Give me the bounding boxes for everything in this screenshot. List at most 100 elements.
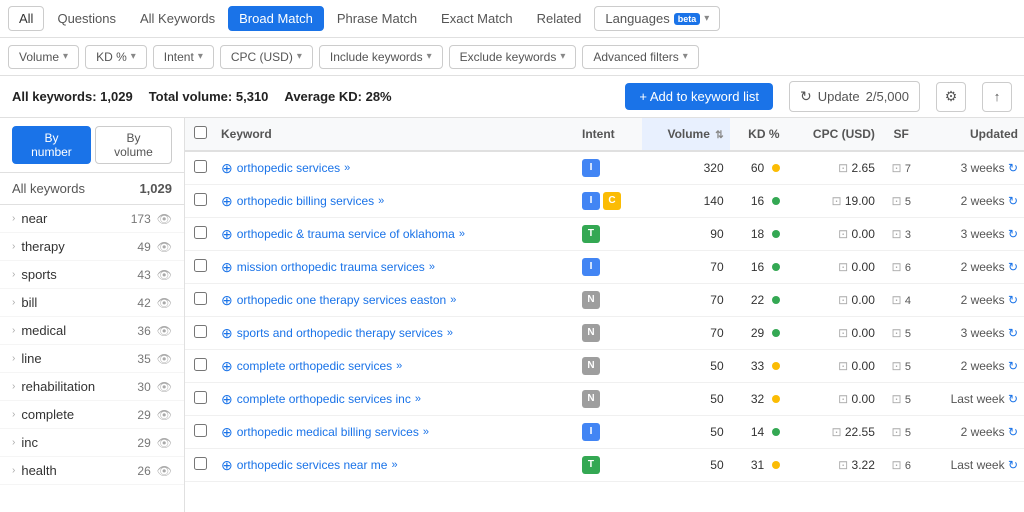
header-keyword[interactable]: Keyword [215,118,576,151]
row-checkbox[interactable] [194,358,207,371]
sidebar-item-health[interactable]: › health 26 👁 [0,457,184,485]
serp-icon[interactable]: ⊡ [838,227,848,241]
refresh-icon[interactable]: ↻ [1008,194,1018,208]
eye-icon[interactable]: 👁 [157,436,172,450]
row-checkbox-cell[interactable] [185,383,215,416]
eye-icon[interactable]: 👁 [157,240,172,254]
row-checkbox[interactable] [194,424,207,437]
keyword-link[interactable]: ⊕ orthopedic services » [221,160,570,177]
row-checkbox[interactable] [194,391,207,404]
serp-features-icon[interactable]: ⊡ [891,260,901,274]
keyword-link[interactable]: ⊕ sports and orthopedic therapy services… [221,325,570,342]
by-number-button[interactable]: By number [12,126,91,164]
settings-button[interactable]: ⚙ [936,82,966,112]
serp-icon[interactable]: ⊡ [838,458,848,472]
add-to-keyword-list-button[interactable]: + Add to keyword list [625,83,773,110]
advanced-filters[interactable]: Advanced filters ▾ [582,45,698,69]
sidebar-item-medical[interactable]: › medical 36 👁 [0,317,184,345]
serp-icon[interactable]: ⊡ [838,359,848,373]
serp-features-icon[interactable]: ⊡ [891,326,901,340]
row-checkbox-cell[interactable] [185,416,215,449]
row-checkbox-cell[interactable] [185,284,215,317]
header-intent[interactable]: Intent [576,118,642,151]
tab-broad-match[interactable]: Broad Match [228,6,324,31]
keyword-link[interactable]: ⊕ orthopedic medical billing services » [221,424,570,441]
keyword-link[interactable]: ⊕ complete orthopedic services inc » [221,391,570,408]
tab-related[interactable]: Related [526,6,593,31]
sidebar-item-near[interactable]: › near 173 👁 [0,205,184,233]
row-checkbox[interactable] [194,160,207,173]
keyword-link[interactable]: ⊕ orthopedic & trauma service of oklahom… [221,226,570,243]
refresh-icon[interactable]: ↻ [1008,425,1018,439]
tab-phrase-match[interactable]: Phrase Match [326,6,428,31]
row-checkbox[interactable] [194,259,207,272]
serp-features-icon[interactable]: ⊡ [891,293,901,307]
row-checkbox-cell[interactable] [185,449,215,482]
row-checkbox-cell[interactable] [185,151,215,185]
eye-icon[interactable]: 👁 [157,408,172,422]
sidebar-item-line[interactable]: › line 35 👁 [0,345,184,373]
serp-features-icon[interactable]: ⊡ [891,425,901,439]
eye-icon[interactable]: 👁 [157,324,172,338]
serp-features-icon[interactable]: ⊡ [891,458,901,472]
eye-icon[interactable]: 👁 [157,212,172,226]
row-checkbox[interactable] [194,193,207,206]
row-checkbox-cell[interactable] [185,251,215,284]
header-kd[interactable]: KD % [730,118,786,151]
row-checkbox[interactable] [194,325,207,338]
include-keywords-filter[interactable]: Include keywords ▾ [319,45,443,69]
keyword-link[interactable]: ⊕ mission orthopedic trauma services » [221,259,570,276]
row-checkbox[interactable] [194,292,207,305]
refresh-icon[interactable]: ↻ [1008,161,1018,175]
select-all-checkbox[interactable] [194,126,207,139]
serp-icon[interactable]: ⊡ [831,425,841,439]
refresh-icon[interactable]: ↻ [1008,392,1018,406]
language-button[interactable]: Languages beta ▾ [594,6,720,31]
keyword-link[interactable]: ⊕ orthopedic services near me » [221,457,570,474]
update-button[interactable]: ↻ Update 2/5,000 [789,81,920,112]
sidebar-item-rehabilitation[interactable]: › rehabilitation 30 👁 [0,373,184,401]
refresh-icon[interactable]: ↻ [1008,326,1018,340]
header-updated[interactable]: Updated [922,118,1024,151]
sidebar-item-complete[interactable]: › complete 29 👁 [0,401,184,429]
eye-icon[interactable]: 👁 [157,352,172,366]
kd-filter[interactable]: KD % ▾ [85,45,147,69]
header-checkbox[interactable] [185,118,215,151]
sidebar-item-sports[interactable]: › sports 43 👁 [0,261,184,289]
sidebar-item-inc[interactable]: › inc 29 👁 [0,429,184,457]
header-volume[interactable]: Volume ⇅ [642,118,730,151]
tab-exact-match[interactable]: Exact Match [430,6,524,31]
row-checkbox-cell[interactable] [185,317,215,350]
serp-icon[interactable]: ⊡ [838,161,848,175]
refresh-icon[interactable]: ↻ [1008,359,1018,373]
tab-questions[interactable]: Questions [46,6,127,31]
sidebar-item-bill[interactable]: › bill 42 👁 [0,289,184,317]
row-checkbox[interactable] [194,457,207,470]
serp-icon[interactable]: ⊡ [838,293,848,307]
intent-filter[interactable]: Intent ▾ [153,45,214,69]
serp-features-icon[interactable]: ⊡ [891,161,901,175]
serp-features-icon[interactable]: ⊡ [891,194,901,208]
export-button[interactable]: ↑ [982,82,1012,112]
serp-features-icon[interactable]: ⊡ [891,359,901,373]
keyword-link[interactable]: ⊕ orthopedic billing services » [221,193,570,210]
row-checkbox-cell[interactable] [185,218,215,251]
eye-icon[interactable]: 👁 [157,296,172,310]
serp-features-icon[interactable]: ⊡ [891,227,901,241]
serp-features-icon[interactable]: ⊡ [891,392,901,406]
sidebar-item-therapy[interactable]: › therapy 49 👁 [0,233,184,261]
volume-filter[interactable]: Volume ▾ [8,45,79,69]
keyword-link[interactable]: ⊕ complete orthopedic services » [221,358,570,375]
row-checkbox-cell[interactable] [185,350,215,383]
eye-icon[interactable]: 👁 [157,464,172,478]
eye-icon[interactable]: 👁 [157,380,172,394]
by-volume-button[interactable]: By volume [95,126,172,164]
row-checkbox-cell[interactable] [185,185,215,218]
tab-all[interactable]: All [8,6,44,31]
refresh-icon[interactable]: ↻ [1008,458,1018,472]
serp-icon[interactable]: ⊡ [838,392,848,406]
row-checkbox[interactable] [194,226,207,239]
eye-icon[interactable]: 👁 [157,268,172,282]
serp-icon[interactable]: ⊡ [838,260,848,274]
keyword-link[interactable]: ⊕ orthopedic one therapy services easton… [221,292,570,309]
